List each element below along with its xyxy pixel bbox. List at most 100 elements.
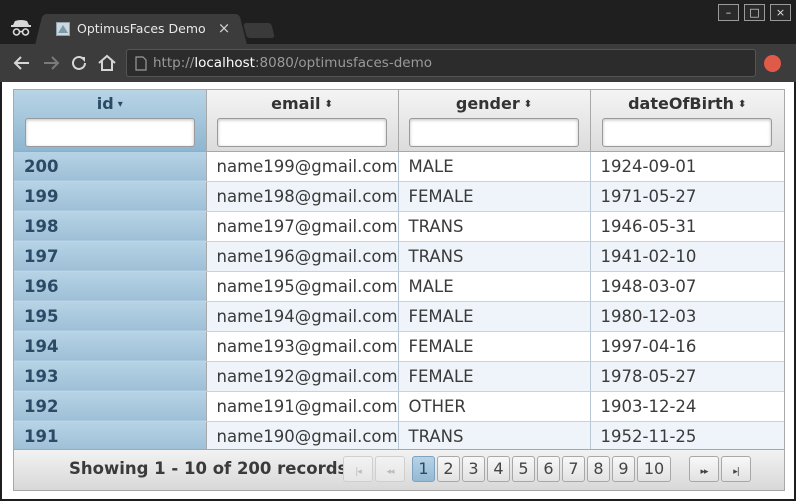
table-body: 200 name199@gmail.com MALE 1924-09-01 199 nam… (14, 151, 784, 452)
url-path: :8080/optimusfaces-demo (254, 55, 432, 71)
forward-arrow-icon[interactable] (40, 52, 62, 74)
browser-toolbar: http://localhost:8080/optimusfaces-demo (0, 44, 796, 82)
page-viewport: id ▾ email ⬍ gender ⬍ dateOfBirth ⬍ 200 name199@… (2, 82, 794, 499)
cell-gender: TRANS (398, 421, 591, 452)
table-row[interactable]: 191 name190@gmail.com TRANS 1952-11-25 (14, 421, 784, 452)
cell-id: 197 (14, 241, 207, 272)
cell-email: name196@gmail.com (206, 241, 399, 272)
sortable-icon[interactable]: ⬍ (738, 95, 746, 115)
cell-gender: OTHER (398, 391, 591, 422)
cell-gender: FEMALE (398, 181, 591, 212)
prev-page-icon: ◂◂ (386, 467, 394, 477)
next-page-button[interactable]: ▸▸ (689, 456, 719, 482)
cell-gender: FEMALE (398, 361, 591, 392)
tab-close-icon[interactable]: × (215, 18, 233, 38)
page-favicon-icon (56, 22, 70, 36)
cell-id: 194 (14, 331, 207, 362)
page-button-7[interactable]: 7 (562, 456, 585, 482)
filter-input-gender[interactable] (409, 118, 579, 147)
records-table: id ▾ email ⬍ gender ⬍ dateOfBirth ⬍ 200 name199@… (14, 90, 784, 452)
cell-email: name193@gmail.com (206, 331, 399, 362)
first-page-icon: |◂ (355, 467, 361, 477)
new-tab-button[interactable] (243, 23, 275, 38)
page-button-3[interactable]: 3 (462, 456, 485, 482)
last-page-button[interactable]: ▸| (721, 456, 751, 482)
page-button-1[interactable]: 1 (412, 456, 435, 482)
column-header-label: gender ⬍ (399, 94, 590, 114)
sortable-icon[interactable]: ⬍ (324, 95, 332, 115)
column-header-label: dateOfBirth ⬍ (591, 94, 785, 114)
column-title: email (271, 94, 321, 113)
column-header-id[interactable]: id ▾ (14, 90, 207, 152)
incognito-icon (11, 20, 31, 36)
table-row[interactable]: 200 name199@gmail.com MALE 1924-09-01 (14, 151, 784, 182)
first-page-button: |◂ (343, 456, 373, 482)
table-row[interactable]: 197 name196@gmail.com TRANS 1941-02-10 (14, 241, 784, 272)
title-bar: OptimusFaces Demo × – □ × (0, 0, 796, 44)
page-button-8[interactable]: 8 (587, 456, 610, 482)
cell-dateofbirth: 1971-05-27 (590, 181, 784, 212)
filter-input-id[interactable] (24, 118, 195, 147)
cell-id: 191 (14, 421, 207, 452)
cell-gender: FEMALE (398, 301, 591, 332)
column-title: id (96, 94, 114, 113)
close-window-button[interactable]: × (770, 4, 791, 21)
cell-email: name199@gmail.com (206, 151, 399, 182)
paginator: Showing 1 - 10 of 200 records |◂ ◂◂ 1234… (14, 449, 784, 490)
cell-dateofbirth: 1941-02-10 (590, 241, 784, 272)
cell-email: name192@gmail.com (206, 361, 399, 392)
browser-tab[interactable]: OptimusFaces Demo × (43, 14, 239, 44)
column-header-gender[interactable]: gender ⬍ (398, 90, 591, 152)
table-header-row: id ▾ email ⬍ gender ⬍ dateOfBirth ⬍ (14, 90, 785, 152)
maximize-button[interactable]: □ (744, 4, 765, 21)
column-header-label: email ⬍ (207, 94, 398, 114)
prev-page-button: ◂◂ (375, 456, 405, 482)
cell-dateofbirth: 1946-05-31 (590, 211, 784, 242)
cell-dateofbirth: 1980-12-03 (590, 301, 784, 332)
table-row[interactable]: 196 name195@gmail.com MALE 1948-03-07 (14, 271, 784, 302)
sortable-icon[interactable]: ⬍ (524, 95, 532, 115)
minimize-button[interactable]: – (718, 4, 739, 21)
cell-email: name191@gmail.com (206, 391, 399, 422)
filter-input-email[interactable] (217, 118, 387, 147)
table-row[interactable]: 194 name193@gmail.com FEMALE 1997-04-16 (14, 331, 784, 362)
cell-dateofbirth: 1903-12-24 (590, 391, 784, 422)
url-text: http://localhost:8080/optimusfaces-demo (153, 55, 432, 71)
cell-gender: MALE (398, 271, 591, 302)
sort-descending-icon[interactable]: ▾ (118, 95, 123, 115)
extension-icon[interactable] (764, 55, 781, 72)
page-button-6[interactable]: 6 (537, 456, 560, 482)
table-row[interactable]: 199 name198@gmail.com FEMALE 1971-05-27 (14, 181, 784, 212)
column-header-dateofbirth[interactable]: dateOfBirth ⬍ (590, 90, 785, 152)
cell-gender: MALE (398, 151, 591, 182)
home-icon[interactable] (96, 52, 118, 74)
cell-email: name194@gmail.com (206, 301, 399, 332)
page-button-10[interactable]: 10 (637, 456, 671, 482)
cell-email: name195@gmail.com (206, 271, 399, 302)
page-button-4[interactable]: 4 (487, 456, 510, 482)
tab-title: OptimusFaces Demo (77, 21, 206, 36)
cell-id: 193 (14, 361, 207, 392)
page-button-5[interactable]: 5 (512, 456, 535, 482)
cell-email: name198@gmail.com (206, 181, 399, 212)
cell-dateofbirth: 1978-05-27 (590, 361, 784, 392)
table-row[interactable]: 193 name192@gmail.com FEMALE 1978-05-27 (14, 361, 784, 392)
filter-input-dateofbirth[interactable] (602, 118, 773, 147)
url-host: localhost (194, 55, 255, 71)
page-button-9[interactable]: 9 (612, 456, 635, 482)
table-row[interactable]: 198 name197@gmail.com TRANS 1946-05-31 (14, 211, 784, 242)
browser-window: OptimusFaces Demo × – □ × http://localho… (0, 0, 796, 501)
table-row[interactable]: 195 name194@gmail.com FEMALE 1980-12-03 (14, 301, 784, 332)
cell-dateofbirth: 1924-09-01 (590, 151, 784, 182)
reload-icon[interactable] (68, 52, 90, 74)
cell-dateofbirth: 1997-04-16 (590, 331, 784, 362)
cell-id: 198 (14, 211, 207, 242)
address-bar[interactable]: http://localhost:8080/optimusfaces-demo (126, 49, 756, 77)
page-button-2[interactable]: 2 (437, 456, 460, 482)
cell-id: 196 (14, 271, 207, 302)
column-header-email[interactable]: email ⬍ (206, 90, 399, 152)
column-title: gender (455, 94, 520, 113)
table-row[interactable]: 192 name191@gmail.com OTHER 1903-12-24 (14, 391, 784, 422)
column-title: dateOfBirth (628, 94, 735, 113)
back-arrow-icon[interactable] (11, 52, 33, 74)
